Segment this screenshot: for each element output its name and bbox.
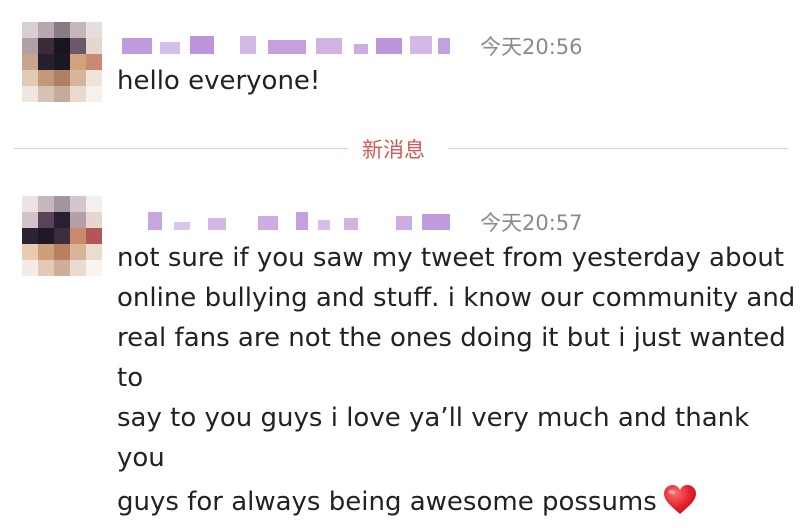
message-timestamp: 今天20:57 [480,211,583,235]
message-timestamp: 今天20:56 [480,35,583,59]
message-line: guys for always being awesome possums [117,487,657,517]
heart-emoji-icon [663,484,697,516]
message-line: not sure if you saw my tweet from yester… [117,243,785,273]
message-line: online bullying and stuff. i know our co… [117,283,796,313]
message-line-last: guys for always being awesome possums [117,482,800,522]
message-text[interactable]: not sure if you saw my tweet from yester… [117,238,800,522]
avatar[interactable] [22,196,102,276]
avatar[interactable] [22,22,102,102]
new-messages-label: 新消息 [362,138,425,162]
divider-line-left [14,148,348,149]
message-line: real fans are not the ones doing it but … [117,323,786,393]
divider-line-right [448,148,788,149]
sender-name-redacted[interactable] [118,34,468,56]
message-text[interactable]: hello everyone! [117,61,320,101]
sender-name-redacted[interactable] [118,210,468,232]
message-line: say to you guys i love ya’ll very much a… [117,403,750,473]
